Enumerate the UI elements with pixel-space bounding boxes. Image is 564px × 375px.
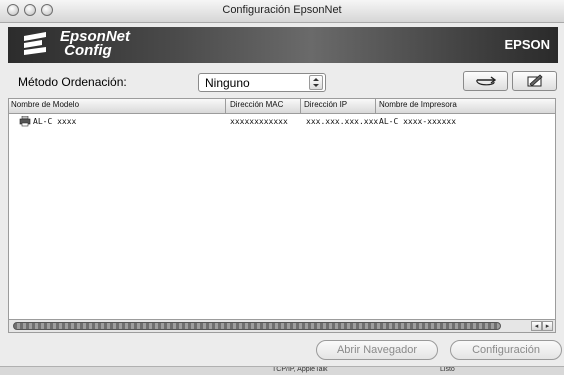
- table-header: Nombre de Modelo Dirección MAC Dirección…: [9, 99, 555, 114]
- cell-ip: xxx.xxx.xxx.xxx: [306, 117, 379, 126]
- table-row[interactable]: AL-C xxxx xxxxxxxxxxxx xxx.xxx.xxx.xxx A…: [9, 115, 555, 129]
- printer-icon: [19, 116, 31, 127]
- cell-printer: AL-C xxxx-xxxxxx: [379, 117, 457, 126]
- sort-method-label: Método Ordenación:: [18, 75, 127, 89]
- scroll-right-arrow-icon[interactable]: ▸: [542, 321, 553, 331]
- status-protocol: TCP/IP, AppleTalk: [272, 366, 328, 373]
- refresh-button[interactable]: [463, 71, 508, 91]
- cell-mac: xxxxxxxxxxxx: [230, 117, 288, 126]
- refresh-icon: [476, 76, 497, 86]
- sort-method-value: Ninguno: [205, 76, 250, 90]
- column-header-mac[interactable]: Dirección MAC: [230, 100, 283, 109]
- device-table: Nombre de Modelo Dirección MAC Dirección…: [8, 98, 556, 320]
- scroll-left-arrow-icon[interactable]: ◂: [531, 321, 542, 331]
- epsonnet-logo-icon: [24, 32, 46, 55]
- configuration-button[interactable]: Configuración: [450, 340, 562, 360]
- product-name-line2: Config: [64, 42, 112, 59]
- updown-arrows-icon: [309, 75, 323, 90]
- column-header-printer[interactable]: Nombre de Impresora: [379, 100, 457, 109]
- product-name: EpsonNet Config: [60, 29, 130, 59]
- scrollbar-thumb[interactable]: [13, 322, 501, 330]
- status-state: Listo: [440, 366, 455, 373]
- edit-icon: [527, 74, 543, 87]
- open-browser-button[interactable]: Abrir Navegador: [316, 340, 438, 360]
- sort-method-select[interactable]: Ninguno: [198, 73, 326, 92]
- window-titlebar: Configuración EpsonNet: [0, 0, 564, 23]
- column-header-ip[interactable]: Dirección IP: [304, 100, 347, 109]
- edit-button[interactable]: [512, 71, 557, 91]
- product-banner: EpsonNet Config EPSON: [8, 27, 558, 63]
- horizontal-scrollbar[interactable]: ◂ ▸: [8, 320, 556, 333]
- column-header-model[interactable]: Nombre de Modelo: [11, 100, 79, 109]
- cell-model: AL-C xxxx: [33, 117, 77, 126]
- brand-logo: EPSON: [504, 37, 550, 52]
- window-title: Configuración EpsonNet: [222, 4, 342, 16]
